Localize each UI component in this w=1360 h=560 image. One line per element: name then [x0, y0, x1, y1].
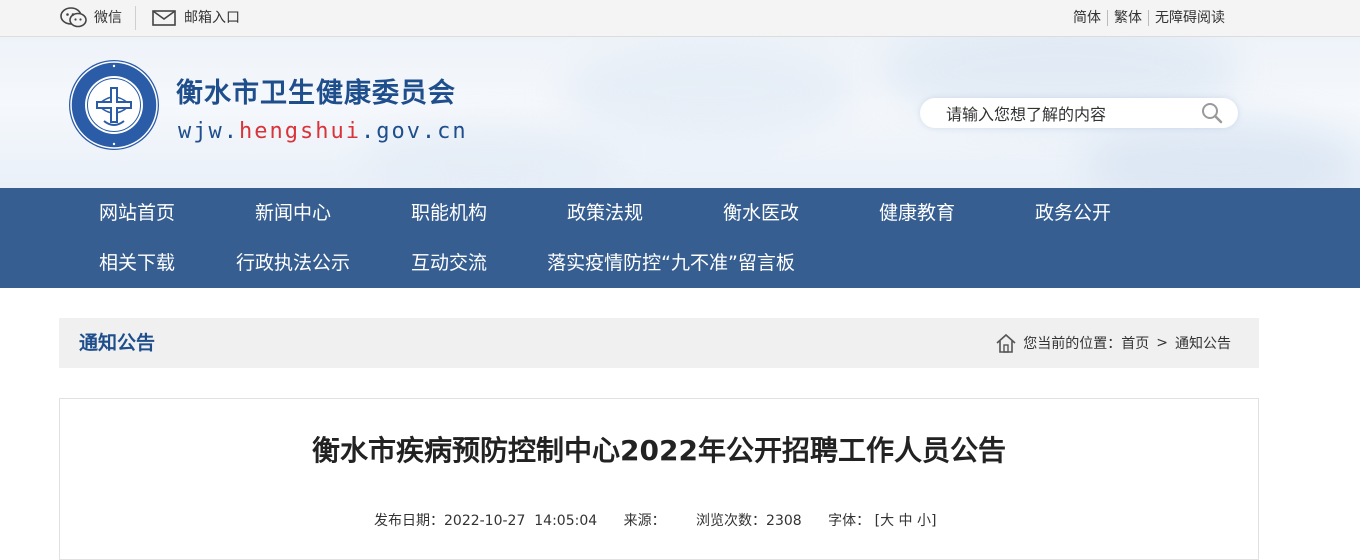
mail-icon — [152, 10, 176, 26]
nav-item-interaction[interactable]: 互动交流 — [411, 238, 487, 288]
search-input[interactable] — [944, 98, 1198, 130]
nav-item-message-board[interactable]: 落实疫情防控“九不准”留言板 — [547, 238, 795, 288]
nav-item-government-affairs[interactable]: 政务公开 — [1035, 188, 1111, 238]
font-size-medium-button[interactable]: 中 — [899, 510, 913, 530]
traditional-chinese-link[interactable]: 繁体 — [1114, 10, 1142, 26]
divider — [1107, 10, 1108, 26]
site-header: 衡水市卫生健康委员会 wjw.hengshui.gov.cn — [0, 37, 1360, 188]
mailbox-link[interactable]: 邮箱入口 — [152, 0, 240, 36]
views-count: 2308 — [766, 513, 802, 529]
date-label: 发布日期： — [374, 513, 444, 529]
nav-item-health-education[interactable]: 健康教育 — [879, 188, 955, 238]
font-size-large-button[interactable]: 大 — [880, 510, 894, 530]
date-value: 2022-10-27 14:05:04 — [444, 513, 598, 529]
language-switcher: 简体 繁体 无障碍阅读 — [1073, 0, 1225, 36]
nav-item-medical-reform[interactable]: 衡水医改 — [723, 188, 799, 238]
home-icon — [996, 333, 1016, 353]
nav-item-departments[interactable]: 职能机构 — [411, 188, 487, 238]
font-bracket-close: ] — [930, 513, 937, 529]
mailbox-label: 邮箱入口 — [184, 10, 240, 26]
article-meta: 发布日期：2022-10-27 14:05:04 来源： 浏览次数：2308 字… — [374, 510, 936, 530]
nav-item-news[interactable]: 新闻中心 — [255, 188, 331, 238]
accessibility-link[interactable]: 无障碍阅读 — [1155, 10, 1225, 26]
breadcrumb-separator: > — [1156, 335, 1168, 351]
section-title: 通知公告 — [79, 332, 156, 354]
divider — [1148, 10, 1149, 26]
nav-item-law-enforcement[interactable]: 行政执法公示 — [236, 238, 350, 288]
main-nav: 网站首页 新闻中心 职能机构 政策法规 衡水医改 健康教育 政务公开 相关下载 … — [0, 188, 1360, 288]
site-url: wjw.hengshui.gov.cn — [178, 119, 468, 144]
source-label: 来源： — [623, 513, 666, 529]
url-prefix: wjw. — [178, 119, 239, 144]
location-label: 您当前的位置： — [1023, 336, 1122, 352]
search-icon[interactable] — [1200, 102, 1224, 124]
font-size-small-button[interactable]: 小 — [917, 510, 931, 530]
font-size-label: 字体： — [828, 513, 871, 529]
search-box — [920, 98, 1238, 130]
top-bar: 微信 邮箱入口 简体 繁体 无障碍阅读 — [0, 0, 1360, 37]
url-suffix: .gov.cn — [360, 119, 468, 144]
health-commission-logo[interactable] — [68, 59, 160, 151]
breadcrumb-home[interactable]: 首页 — [1121, 333, 1149, 353]
simplified-chinese-link[interactable]: 简体 — [1073, 10, 1101, 26]
article-title: 衡水市疾病预防控制中心2022年公开招聘工作人员公告 — [312, 434, 1006, 467]
wechat-label: 微信 — [94, 10, 122, 26]
breadcrumb: 您当前的位置： 首页 > 通知公告 — [995, 318, 1231, 368]
nav-item-home[interactable]: 网站首页 — [99, 188, 175, 238]
wechat-icon — [60, 7, 87, 28]
breadcrumb-current[interactable]: 通知公告 — [1175, 333, 1231, 353]
header-decoration — [560, 47, 860, 137]
site-name: 衡水市卫生健康委员会 — [176, 78, 456, 109]
views-label: 浏览次数： — [696, 513, 767, 529]
nav-item-policies[interactable]: 政策法规 — [567, 188, 643, 238]
nav-item-downloads[interactable]: 相关下载 — [99, 238, 175, 288]
url-accent: hengshui — [238, 119, 361, 144]
divider — [135, 6, 136, 30]
section-header: 通知公告 您当前的位置： 首页 > 通知公告 — [59, 318, 1259, 368]
article: 衡水市疾病预防控制中心2022年公开招聘工作人员公告 发布日期：2022-10-… — [59, 398, 1259, 560]
wechat-link[interactable]: 微信 — [60, 0, 122, 36]
